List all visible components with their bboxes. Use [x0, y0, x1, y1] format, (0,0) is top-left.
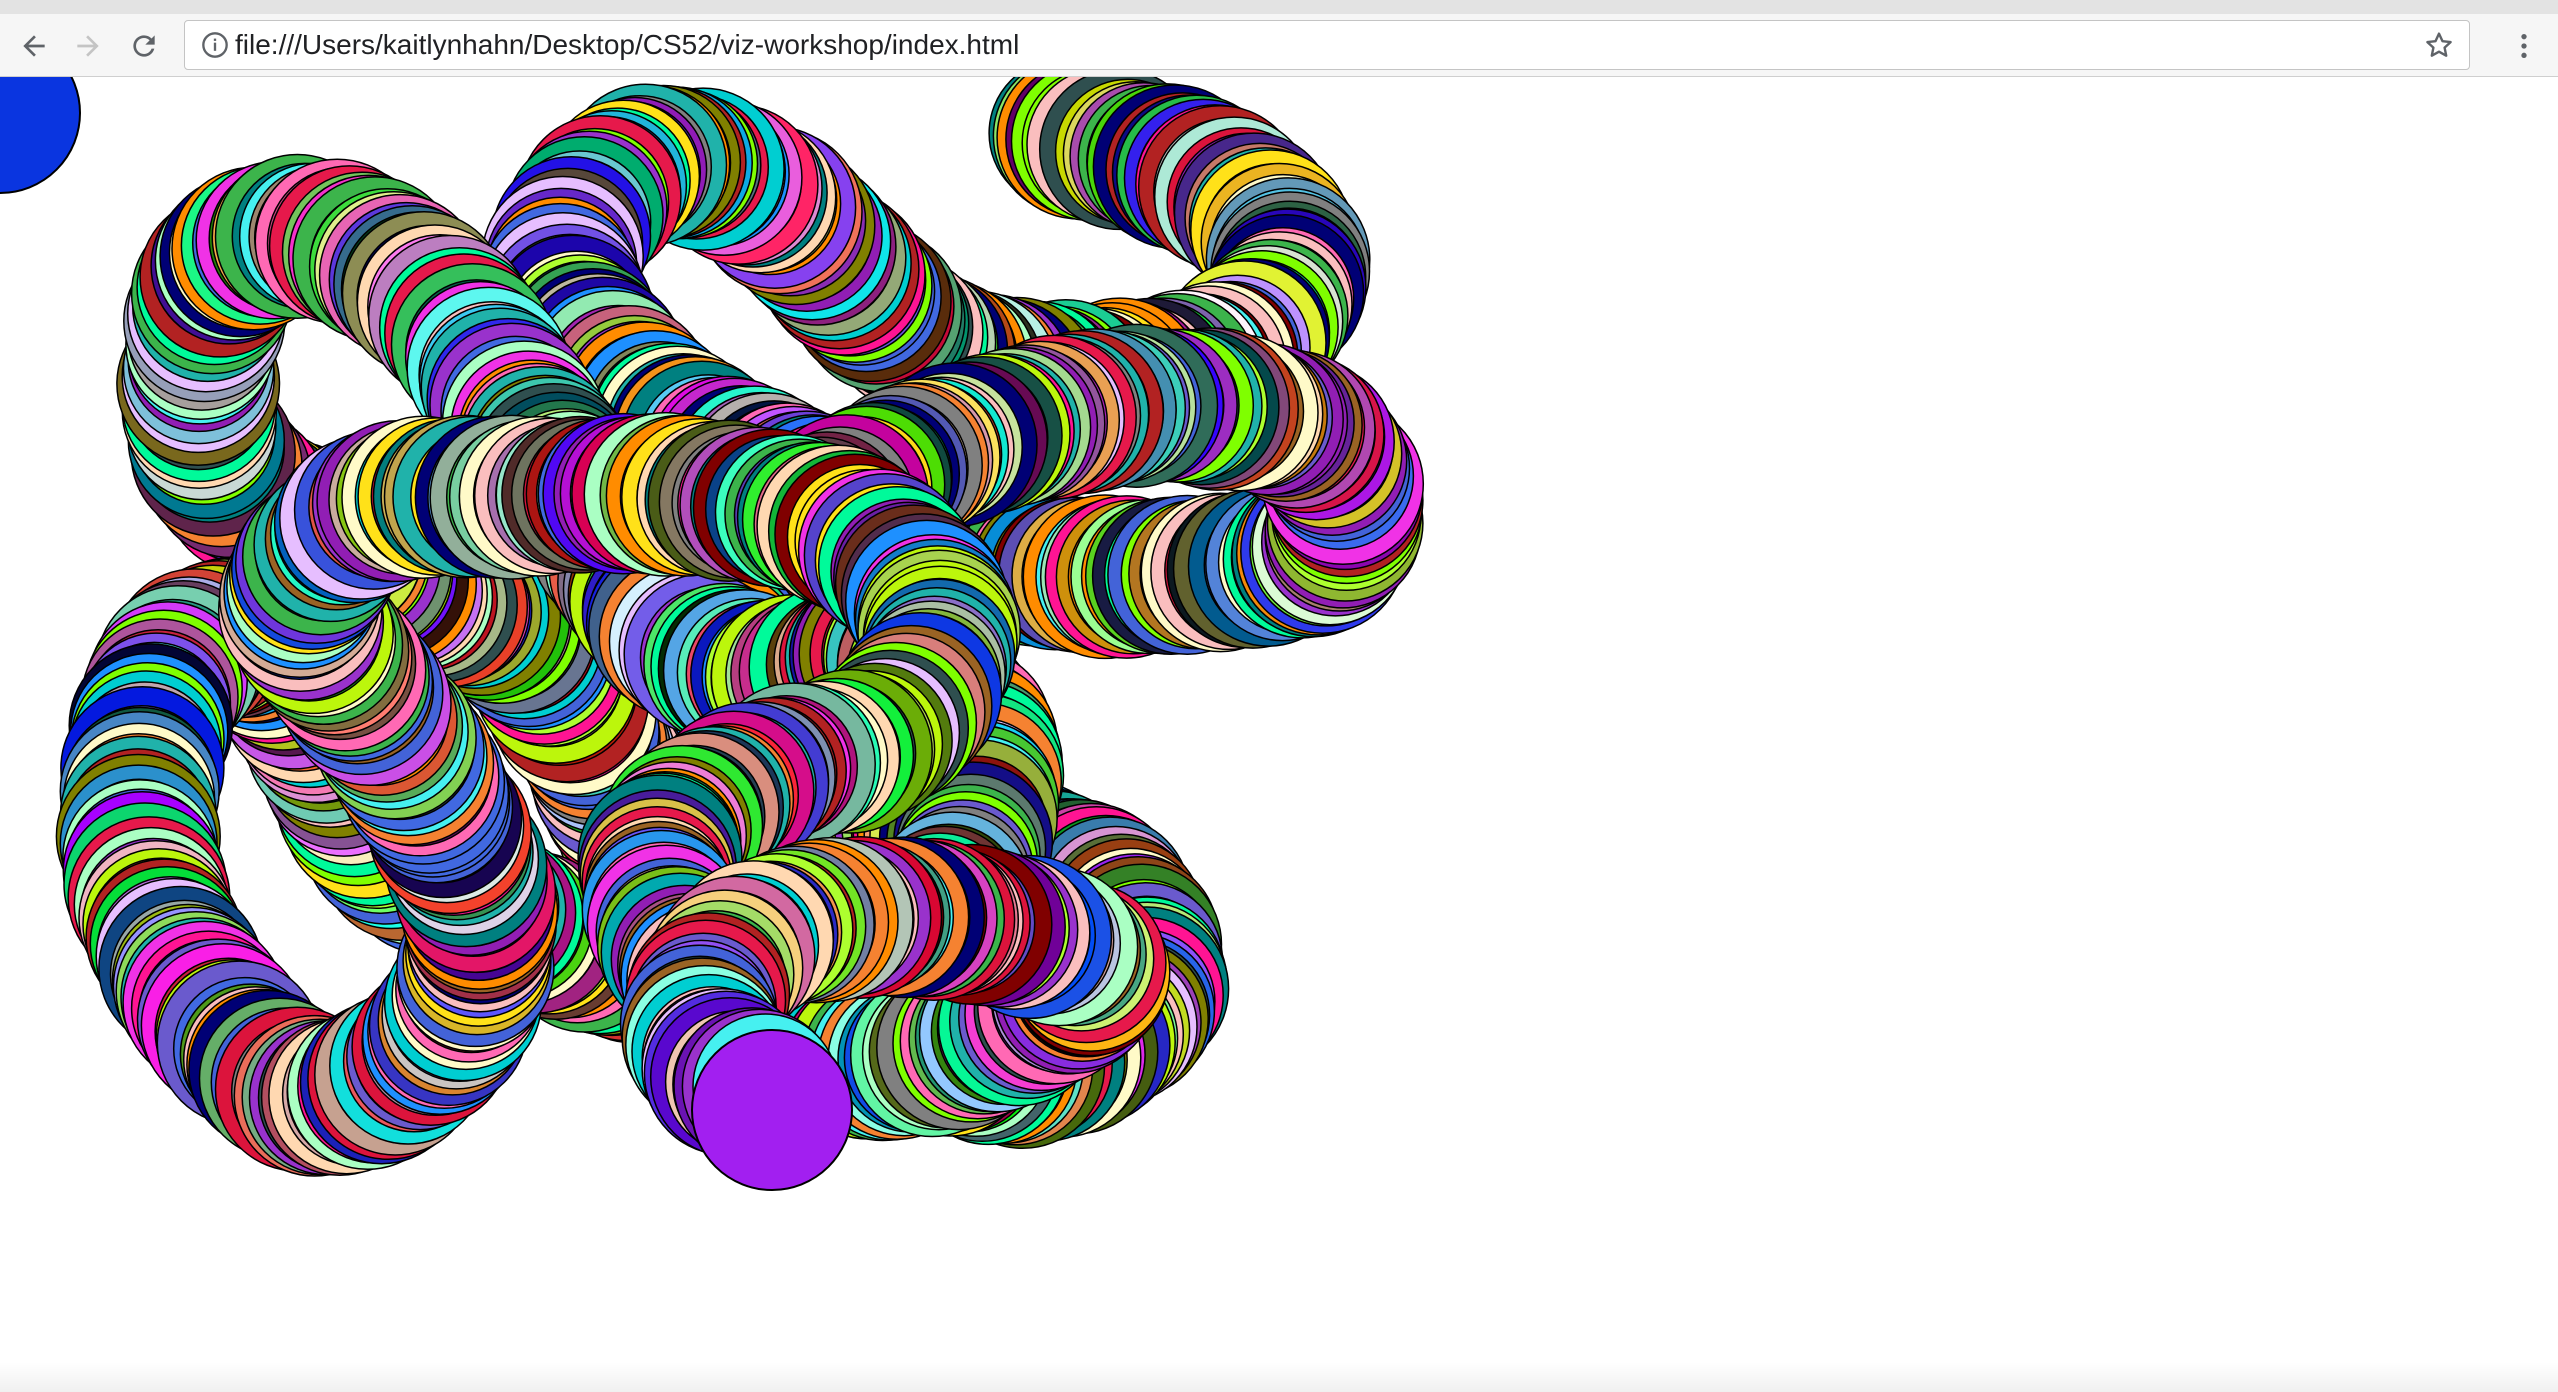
kebab-menu-icon — [2521, 34, 2527, 58]
current-circle — [691, 1029, 853, 1191]
corner-circle — [0, 77, 81, 194]
bottom-shadow — [0, 1362, 2558, 1392]
address-bar[interactable]: file:///Users/kaitlynhahn/Desktop/CS52/v… — [184, 20, 2470, 70]
back-button[interactable] — [12, 24, 56, 68]
circle-trail-visualization — [0, 77, 1425, 1191]
browser-toolbar: file:///Users/kaitlynhahn/Desktop/CS52/v… — [0, 14, 2558, 77]
star-icon[interactable] — [2423, 29, 2455, 61]
forward-arrow-icon — [77, 35, 99, 57]
page-viewport — [0, 77, 2558, 1392]
forward-button[interactable] — [66, 24, 110, 68]
info-icon[interactable] — [201, 31, 229, 59]
circle-trail — [55, 77, 1425, 1191]
reload-button[interactable] — [122, 24, 166, 68]
browser-menu-button[interactable] — [2502, 24, 2546, 68]
url-text[interactable]: file:///Users/kaitlynhahn/Desktop/CS52/v… — [235, 21, 1019, 69]
back-arrow-icon — [23, 35, 45, 57]
tab-strip-edge — [0, 0, 2558, 15]
reload-icon — [133, 35, 155, 57]
